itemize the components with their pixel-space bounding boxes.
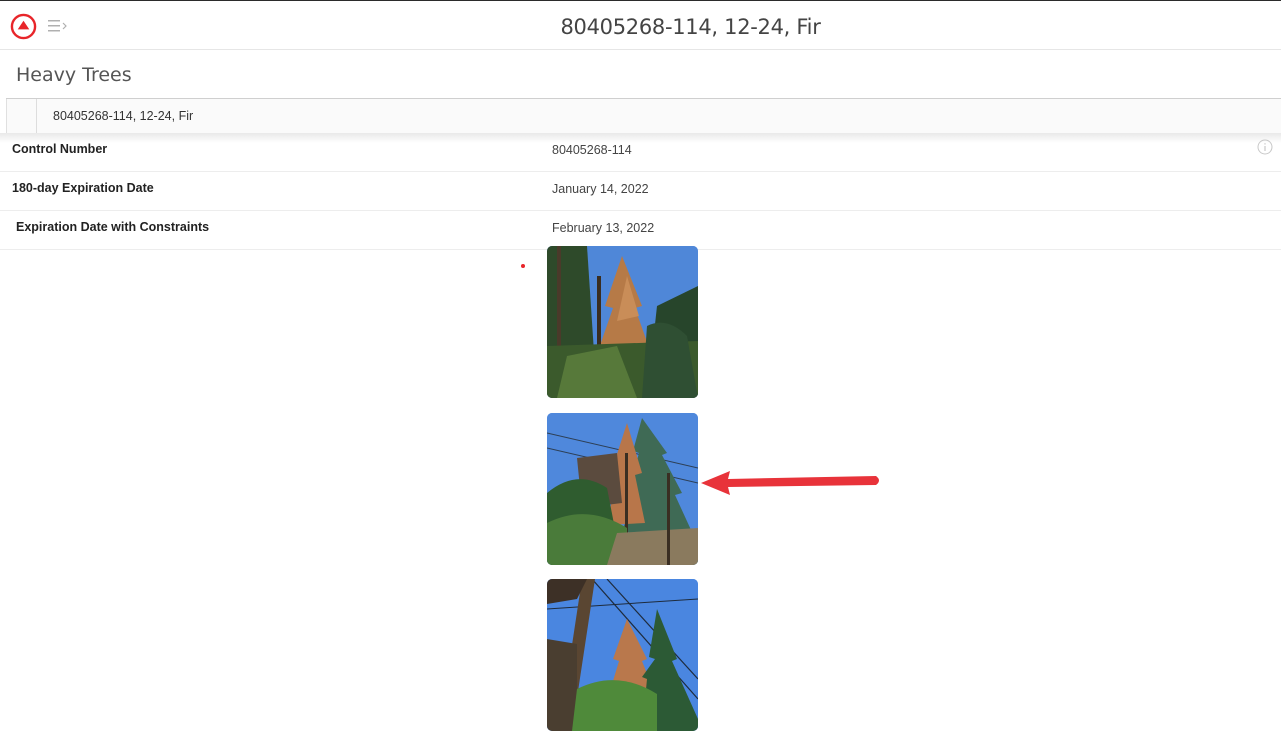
section-title: Heavy Trees bbox=[16, 64, 132, 86]
detail-value: January 14, 2022 bbox=[552, 182, 649, 196]
top-bar: 80405268-114, 12-24, Fir bbox=[0, 0, 1281, 50]
tree-photo-2[interactable] bbox=[547, 413, 698, 565]
detail-label: 180-day Expiration Date bbox=[12, 181, 154, 195]
detail-value: 80405268-114 bbox=[552, 143, 632, 157]
detail-row-180-day-expiration: 180-day Expiration Date January 14, 2022 bbox=[0, 172, 1281, 211]
detail-row-expiration-constraints: Expiration Date with Constraints Februar… bbox=[0, 211, 1281, 250]
detail-label: Control Number bbox=[12, 142, 108, 156]
red-arrow-pointing-left-icon bbox=[701, 471, 879, 495]
detail-value: February 13, 2022 bbox=[552, 221, 655, 235]
detail-table: Control Number 80405268-114 180-day Expi… bbox=[0, 133, 1281, 250]
tree-photo-3[interactable] bbox=[547, 579, 698, 731]
required-marker bbox=[521, 264, 525, 268]
info-icon[interactable] bbox=[1257, 139, 1273, 155]
detail-label: Expiration Date with Constraints bbox=[16, 220, 210, 234]
page-title: 80405268-114, 12-24, Fir bbox=[560, 15, 821, 39]
breadcrumb-item[interactable]: 80405268-114, 12-24, Fir bbox=[36, 99, 193, 133]
tree-photo-1[interactable] bbox=[547, 246, 698, 398]
breadcrumb: 80405268-114, 12-24, Fir bbox=[6, 99, 1281, 133]
detail-row-control-number: Control Number 80405268-114 bbox=[0, 133, 1281, 172]
